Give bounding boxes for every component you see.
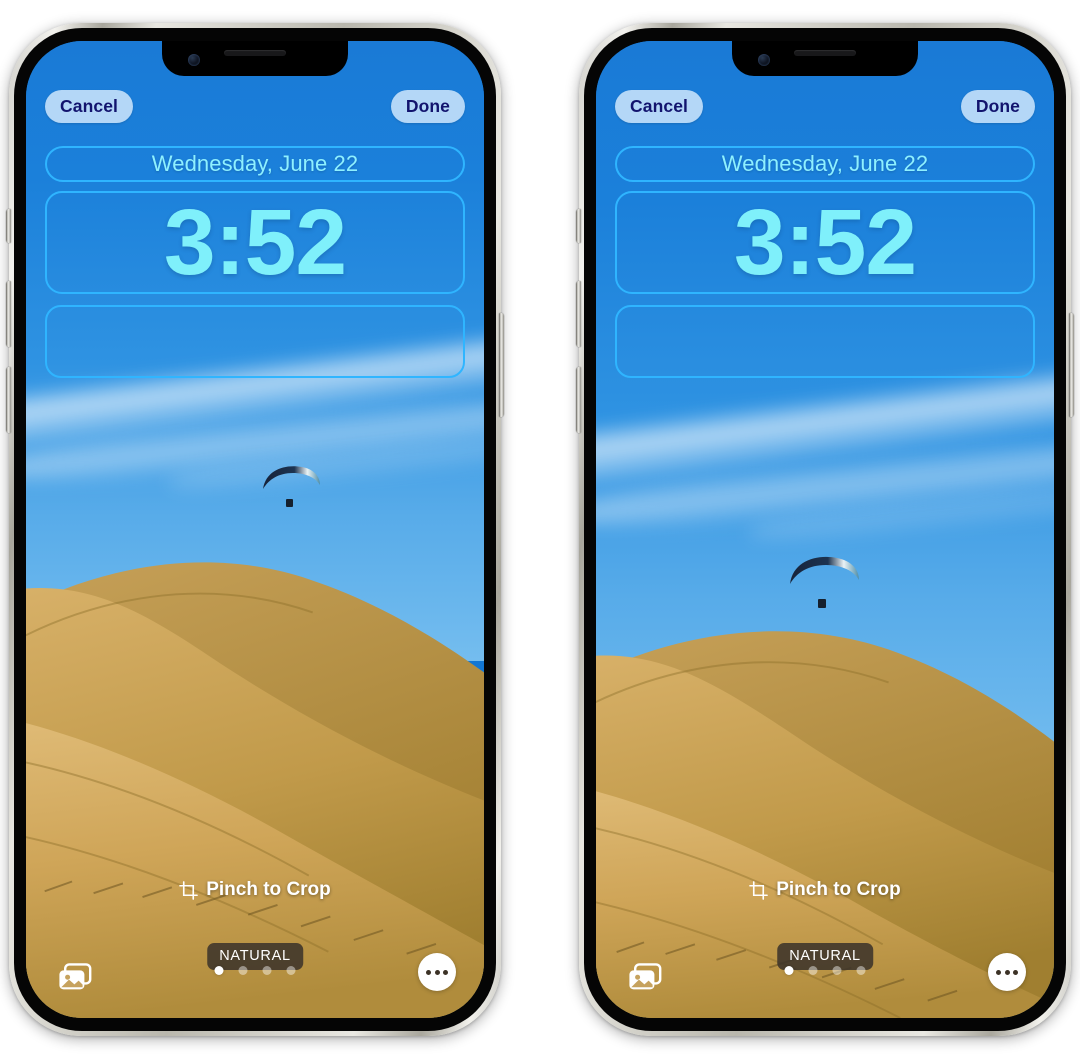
page-dot-1-right[interactable] — [784, 966, 794, 975]
front-camera-left — [188, 54, 200, 66]
empty-widget-slot-left[interactable] — [45, 305, 465, 378]
mute-switch-left[interactable] — [6, 209, 11, 243]
pinch-to-crop-hint-right: Pinch to Crop — [596, 879, 1054, 901]
time-widget-slot-right[interactable]: 3:52 — [615, 191, 1035, 294]
photos-stack-icon-right — [629, 963, 662, 990]
power-button-left[interactable] — [499, 313, 504, 417]
phone-bezel-right: Cancel Done Wednesday, June 22 3:52 Pinc… — [584, 28, 1066, 1031]
photos-stack-icon-left — [59, 963, 92, 990]
volume-down-button-right[interactable] — [576, 367, 581, 433]
done-button-right[interactable]: Done — [960, 90, 1035, 123]
phone-screen-left: Cancel Done Wednesday, June 22 3:52 Pinc… — [26, 41, 484, 1018]
cancel-button-right[interactable]: Cancel — [615, 90, 703, 123]
screenshot-stage: Cancel Done Wednesday, June 22 3:52 Pinc… — [0, 0, 1080, 1059]
phone-screen-right: Cancel Done Wednesday, June 22 3:52 Pinc… — [596, 41, 1054, 1018]
page-dot-2-right[interactable] — [808, 966, 818, 975]
cancel-button-left[interactable]: Cancel — [45, 90, 133, 123]
ellipsis-dot-2-left — [434, 969, 440, 975]
page-dot-3-right[interactable] — [832, 966, 842, 975]
pinch-to-crop-label-right: Pinch to Crop — [776, 879, 901, 900]
time-text-right: 3:52 — [733, 189, 917, 294]
volume-down-button-left[interactable] — [6, 367, 11, 433]
crop-icon-left — [179, 880, 199, 900]
earpiece-speaker-left — [224, 50, 286, 56]
front-camera-right — [758, 54, 770, 66]
photos-picker-button-left[interactable] — [52, 955, 98, 1001]
done-button-left[interactable]: Done — [390, 90, 465, 123]
phone-device-left: Cancel Done Wednesday, June 22 3:52 Pinc… — [6, 23, 504, 1036]
power-button-right[interactable] — [1069, 313, 1074, 417]
date-text-right: Wednesday, June 22 — [721, 151, 929, 176]
volume-up-button-left[interactable] — [6, 281, 11, 347]
date-widget-slot-right[interactable]: Wednesday, June 22 — [615, 146, 1035, 182]
empty-widget-slot-right[interactable] — [615, 305, 1035, 378]
crop-icon-right — [749, 880, 769, 900]
phone-device-right: Cancel Done Wednesday, June 22 3:52 Pinc… — [576, 23, 1074, 1036]
notch-right — [732, 41, 918, 76]
page-dot-1-left[interactable] — [214, 966, 224, 975]
lockscreen-editor-ui-right: Cancel Done Wednesday, June 22 3:52 Pinc… — [596, 41, 1054, 1018]
date-text-left: Wednesday, June 22 — [151, 151, 359, 176]
page-dot-2-left[interactable] — [238, 966, 248, 975]
more-options-button-left[interactable] — [418, 953, 456, 991]
pinch-to-crop-hint-left: Pinch to Crop — [26, 879, 484, 901]
volume-up-button-right[interactable] — [576, 281, 581, 347]
lockscreen-editor-ui-left: Cancel Done Wednesday, June 22 3:52 Pinc… — [26, 41, 484, 1018]
page-indicator-left[interactable] — [214, 966, 296, 975]
ellipsis-dot-1-right — [996, 969, 1001, 975]
ellipsis-dot-2-right — [1004, 969, 1010, 975]
date-widget-slot-left[interactable]: Wednesday, June 22 — [45, 146, 465, 182]
ellipsis-dot-3-right — [1013, 969, 1018, 975]
page-dot-3-left[interactable] — [262, 966, 272, 975]
pinch-to-crop-label-left: Pinch to Crop — [206, 879, 331, 900]
time-widget-slot-left[interactable]: 3:52 — [45, 191, 465, 294]
phone-bezel-left: Cancel Done Wednesday, June 22 3:52 Pinc… — [14, 28, 496, 1031]
time-text-left: 3:52 — [163, 189, 347, 294]
mute-switch-right[interactable] — [576, 209, 581, 243]
earpiece-speaker-right — [794, 50, 856, 56]
page-dot-4-right[interactable] — [856, 966, 866, 975]
more-options-button-right[interactable] — [988, 953, 1026, 991]
photos-picker-button-right[interactable] — [622, 955, 668, 1001]
ellipsis-dot-3-left — [443, 969, 448, 975]
page-dot-4-left[interactable] — [286, 966, 296, 975]
notch-left — [162, 41, 348, 76]
page-indicator-right[interactable] — [784, 966, 866, 975]
ellipsis-dot-1-left — [426, 969, 431, 975]
